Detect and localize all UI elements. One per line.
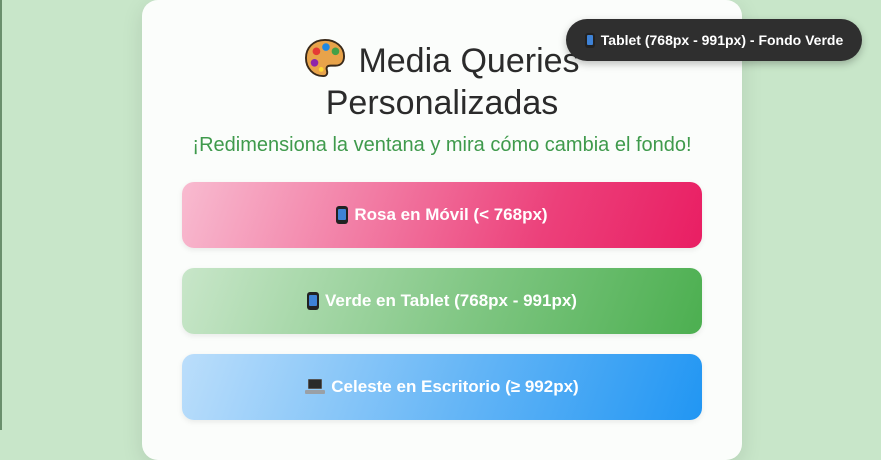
breakpoint-indicator-label: Tablet (768px - 991px) - Fondo Verde <box>600 32 844 48</box>
mobile-box-label: Rosa en Móvil (< 768px) <box>354 205 548 224</box>
subtitle: ¡Redimensiona la ventana y mira cómo cam… <box>192 134 692 156</box>
title-text-line-2: Personalizadas <box>325 84 559 122</box>
phone-icon <box>307 292 320 310</box>
window-edge <box>0 0 2 430</box>
title-text-line-1: Media Queries <box>358 42 580 80</box>
phone-icon <box>584 32 595 48</box>
palette-icon <box>305 38 346 78</box>
desktop-blue-box: Celeste en Escritorio (≥ 992px) <box>182 354 702 420</box>
laptop-icon <box>305 379 326 395</box>
breakpoint-indicator-badge: Tablet (768px - 991px) - Fondo Verde <box>566 19 862 61</box>
tablet-box-label: Verde en Tablet (768px - 991px) <box>325 291 577 310</box>
phone-icon <box>336 206 349 224</box>
tablet-green-box: Verde en Tablet (768px - 991px) <box>182 268 702 334</box>
mobile-pink-box: Rosa en Móvil (< 768px) <box>182 182 702 248</box>
main-card: Media Queries Personalizadas ¡Redimensio… <box>142 0 742 460</box>
desktop-box-label: Celeste en Escritorio (≥ 992px) <box>331 377 579 396</box>
